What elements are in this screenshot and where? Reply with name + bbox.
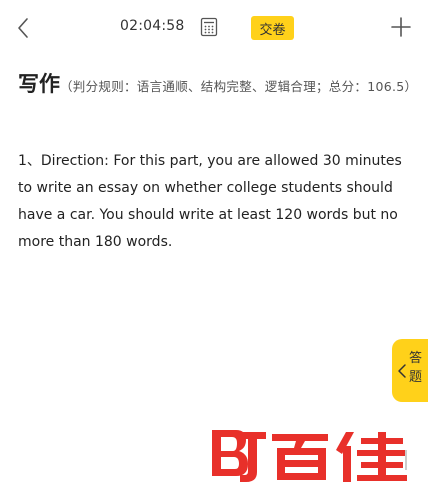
top-bar: 02:04:58 交卷 [0,0,428,56]
section-header: 写作（判分规则：语言通顺、结构完整、逻辑合理；总分：106.5） [18,73,418,98]
add-button[interactable] [390,16,412,38]
section-title: 写作 [18,72,60,96]
exam-screen: 02:04:58 交卷 写作（判分规则：语言通顺、结构完整、逻辑合理；总分：10… [0,0,428,500]
back-button[interactable] [8,12,38,44]
calculator-button[interactable] [199,17,219,37]
exam-timer: 02:04:58 [120,18,185,34]
chevron-left-icon [18,18,28,38]
calculator-icon [200,17,218,37]
scroll-indicator [405,450,407,470]
brand-watermark-logo [212,430,407,482]
plus-icon [391,17,411,37]
question-text: 1、Direction: For this part, you are allo… [18,153,402,250]
answer-sheet-tab[interactable]: 答题 [392,339,428,402]
answer-tab-label: 答题 [409,351,423,385]
scoring-rule: （判分规则：语言通顺、结构完整、逻辑合理；总分：106.5） [60,79,418,94]
submit-exam-button[interactable]: 交卷 [251,16,294,40]
chevron-left-icon [398,364,406,378]
